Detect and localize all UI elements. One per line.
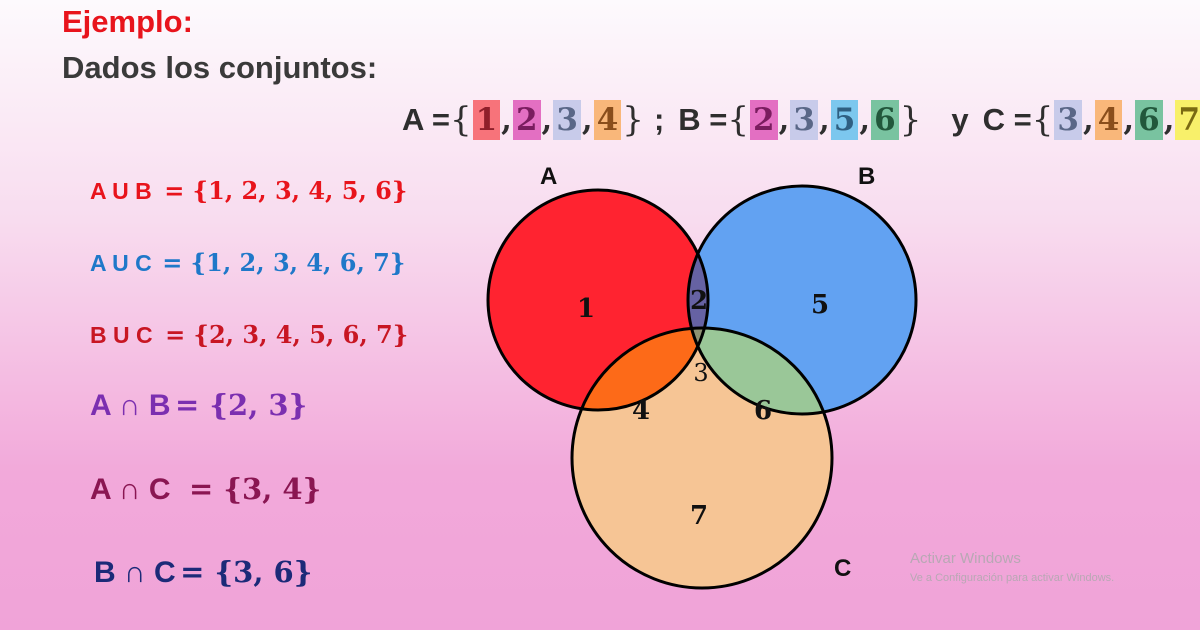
set-element-chip: 7: [1175, 100, 1200, 140]
region-a-b-label: 2: [690, 286, 708, 316]
region-a-b-c-label: 3: [693, 359, 708, 387]
set-b-name: B =: [678, 102, 728, 137]
operation-value: = {2, 3, 4, 5, 6, 7}: [165, 320, 409, 349]
set-element-comma: ,: [581, 102, 593, 138]
watermark-subtitle: Ve a Configuración para activar Windows.: [910, 572, 1115, 584]
set-element-comma: ,: [501, 102, 512, 138]
watermark-title: Activar Windows: [910, 550, 1021, 567]
set-a-open-brace: {: [449, 100, 472, 140]
set-element-chip: 3: [553, 100, 581, 140]
operation-union-a-c: A U C = {1, 2, 3, 4, 6, 7}: [90, 248, 405, 277]
set-element-chip: 6: [871, 100, 899, 140]
operation-label: A U B: [90, 178, 152, 204]
operation-label: A U C: [90, 250, 152, 276]
set-element-chip: 2: [750, 100, 778, 140]
operation-label: A ∩ C: [90, 473, 171, 506]
set-element-comma: ,: [859, 102, 871, 138]
operation-value: = {1, 2, 3, 4, 5, 6}: [164, 176, 408, 205]
set-element-comma: ,: [1082, 102, 1094, 138]
set-element-comma: ,: [541, 102, 553, 138]
set-element-comma: ,: [818, 102, 830, 138]
set-element-chip: 2: [512, 100, 541, 140]
operation-intersection-a-b: A ∩ B = {2, 3}: [90, 388, 307, 423]
operation-intersection-b-c: B ∩ C = {3, 6}: [94, 555, 312, 590]
separator: ;: [653, 102, 665, 137]
operation-union-b-c: B U C = {2, 3, 4, 5, 6, 7}: [90, 320, 408, 349]
operation-label: B U C: [90, 322, 153, 348]
operation-label: A ∩ B: [90, 389, 171, 422]
region-a-c-label: 4: [632, 396, 650, 426]
set-element-comma: ,: [1163, 102, 1175, 138]
region-only-b-label: 5: [811, 290, 829, 320]
set-c-name: C =: [982, 102, 1032, 137]
region-only-a-label: 1: [577, 294, 595, 324]
set-element-chip: 4: [593, 100, 622, 140]
set-a-name: A =: [402, 102, 450, 137]
set-a-elements: 1,2,3,4: [472, 100, 623, 140]
set-b-open-brace: {: [727, 100, 750, 140]
set-b-elements: 2,3,5,6: [749, 100, 900, 140]
venn-label-a: A: [540, 163, 557, 190]
heading: Ejemplo:: [62, 4, 193, 39]
subheading: Dados los conjuntos:: [62, 50, 378, 85]
venn-diagram: A B C 1 2 5 4 6 7 3: [486, 163, 918, 590]
set-a-close-brace: }: [622, 100, 644, 140]
venn-label-c: C: [834, 555, 851, 582]
operation-label: B ∩ C: [94, 556, 176, 589]
set-element-comma: ,: [1123, 102, 1135, 138]
set-c-elements: 3,4,6,7: [1053, 100, 1200, 140]
set-element-chip: 5: [830, 100, 859, 140]
set-element-comma: ,: [778, 102, 790, 138]
region-b-c-label: 6: [754, 396, 772, 426]
set-c-open-brace: {: [1031, 100, 1054, 140]
operation-value: = {1, 2, 3, 4, 6, 7}: [162, 248, 406, 277]
operation-value: = {3, 6}: [180, 555, 313, 589]
set-element-chip: 1: [472, 100, 501, 140]
region-only-c-label: 7: [690, 501, 708, 531]
set-element-chip: 4: [1094, 100, 1123, 140]
set-b-close-brace: }: [899, 100, 922, 140]
set-element-chip: 3: [1054, 100, 1082, 140]
operation-intersection-a-c: A ∩ C = {3, 4}: [90, 472, 321, 507]
operation-value: = {3, 4}: [189, 472, 322, 506]
operation-union-a-b: A U B = {1, 2, 3, 4, 5, 6}: [90, 176, 407, 205]
conjunction: y: [951, 102, 969, 137]
operation-value: = {2, 3}: [175, 388, 308, 422]
set-element-chip: 3: [790, 100, 818, 140]
set-element-chip: 6: [1135, 100, 1163, 140]
venn-label-b: B: [858, 163, 875, 190]
set-definitions: A = { 1,2,3,4 } ; B = { 2,3,5,6 } y C = …: [402, 100, 1200, 140]
